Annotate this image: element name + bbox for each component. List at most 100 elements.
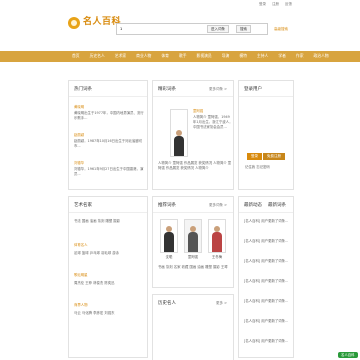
- login-panel: 登录用户 登录 免费注册 记住我 忘记密码: [238, 80, 294, 190]
- tag-list: 书画 篆刻 名家 收藏 国画 油画 雕塑 摄影 王琴: [158, 265, 232, 270]
- nav-item-model[interactable]: 模特: [239, 53, 247, 59]
- nav-item-politics[interactable]: 政治人物: [314, 53, 329, 59]
- group-items: 足球 篮球 乒乓球 羽毛球 游泳: [74, 251, 146, 256]
- activity-item[interactable]: [名人百科] 用户更新了词条...: [244, 339, 288, 343]
- category-link[interactable]: 足球: [74, 251, 81, 255]
- category-link[interactable]: 雕塑: [105, 219, 112, 223]
- tag-link[interactable]: 书画: [158, 265, 165, 269]
- featured-photo[interactable]: [170, 109, 188, 157]
- activity-item[interactable]: [名人百科] 用户更新了词条...: [244, 319, 288, 323]
- tag-link[interactable]: 篆刻: [166, 265, 173, 269]
- nav-list: 首页 历史名人 艺术家 商业人物 体育 歌手 影视演员 导演 模特 主持人 学者…: [72, 53, 329, 59]
- photo-caption[interactable]: 王冬梅: [205, 255, 229, 259]
- login-button[interactable]: 登录: [247, 153, 262, 160]
- tag-link[interactable]: 名家: [174, 265, 181, 269]
- category-link[interactable]: 游泳: [112, 251, 119, 255]
- tag-link[interactable]: 收藏: [182, 265, 189, 269]
- figure-body: [188, 232, 198, 252]
- main-nav: 首页 历史名人 艺术家 商业人物 体育 歌手 影视演员 导演 模特 主持人 学者…: [0, 51, 360, 62]
- hot-entries-panel: 热门词条 黄晓明 黄晓明出生于1977年，中国内地男演员、流行乐歌手... 赵丽…: [68, 80, 148, 190]
- activity-panel: 最新动态 最新词条 [名人百科] 用户更新了词条... [名人百科] 用户更新了…: [238, 196, 294, 358]
- nav-item-artist[interactable]: 艺术家: [115, 53, 126, 59]
- category-link[interactable]: 林俊杰: [93, 281, 103, 285]
- tag-link[interactable]: 王琴: [221, 265, 228, 269]
- login-link[interactable]: 登录: [259, 2, 266, 7]
- nav-item-singer[interactable]: 歌手: [179, 53, 187, 59]
- search-input[interactable]: [117, 24, 197, 34]
- category-link[interactable]: 刘强东: [104, 311, 114, 315]
- entry-name[interactable]: 刘德华: [74, 161, 84, 166]
- nav-item-business[interactable]: 商业人物: [136, 53, 151, 59]
- more-link[interactable]: 更多词条 >: [209, 203, 227, 208]
- tag-link[interactable]: 国画: [189, 265, 196, 269]
- category-link[interactable]: 周杰伦: [74, 281, 84, 285]
- recommended-photo[interactable]: [160, 219, 178, 253]
- search-button[interactable]: 搜索: [236, 25, 251, 33]
- more-link[interactable]: 更多 >: [216, 301, 227, 306]
- site-logo[interactable]: 名人百科: [68, 17, 121, 29]
- photo-caption[interactable]: 沈聪: [157, 255, 181, 259]
- logo-icon: [68, 17, 80, 29]
- entry-name[interactable]: 黄晓明: [74, 105, 84, 110]
- entry-desc: 黄晓明出生于1977年，中国内地男演员、流行乐歌手...: [74, 111, 144, 120]
- category-link[interactable]: 书法: [74, 219, 81, 223]
- activity-item[interactable]: [名人百科] 用户更新了词条...: [244, 259, 288, 263]
- category-link[interactable]: 篮球: [82, 251, 89, 255]
- nav-item-writer[interactable]: 作家: [296, 53, 304, 59]
- nav-item-sports[interactable]: 体育: [161, 53, 169, 59]
- group-title: 体育名人: [74, 243, 88, 247]
- category-link[interactable]: 马化腾: [82, 311, 92, 315]
- recommended-photo[interactable]: [184, 219, 202, 253]
- more-link[interactable]: 更多词条 >: [209, 87, 227, 92]
- register-button[interactable]: 免费注册: [263, 153, 285, 160]
- activity-item[interactable]: [名人百科] 用户更新了词条...: [244, 219, 288, 223]
- activity-item[interactable]: [名人百科] 用户更新了词条...: [244, 239, 288, 243]
- panel-title: 热门词条: [74, 87, 92, 92]
- activity-item[interactable]: [名人百科] 用户更新了词条...: [244, 279, 288, 283]
- tab-latest-activity[interactable]: 最新动态: [244, 203, 262, 209]
- activity-item[interactable]: [名人百科] 用户更新了词条...: [244, 299, 288, 303]
- nav-item-host[interactable]: 主持人: [257, 53, 268, 59]
- category-link[interactable]: 乒乓球: [90, 251, 100, 255]
- register-link[interactable]: 注册: [272, 2, 279, 7]
- figure-body: [174, 136, 184, 156]
- group-items: 马云 马化腾 李彦宏 刘强东: [74, 311, 146, 316]
- category-link[interactable]: 羽毛球: [101, 251, 111, 255]
- recommended-photo[interactable]: [208, 219, 226, 253]
- figure-body: [164, 232, 174, 252]
- featured-name[interactable]: 童阿强: [193, 109, 203, 114]
- recommended-panel: 推荐词条 更多词条 > 沈聪 童阿强 王冬梅 书画 篆刻 名家 收藏 国画 油画…: [152, 196, 234, 288]
- nav-item-scholar[interactable]: 学者: [278, 53, 286, 59]
- panel-title: 登录用户: [244, 87, 262, 92]
- entry-name[interactable]: 赵丽颖: [74, 133, 84, 138]
- tag-link[interactable]: 雕塑: [205, 265, 212, 269]
- category-link[interactable]: 油画: [90, 219, 97, 223]
- category-link[interactable]: 王菲: [85, 281, 92, 285]
- tab-latest-entries[interactable]: 最新词条: [268, 203, 286, 209]
- enter-entry-button[interactable]: 进入词条: [207, 25, 229, 33]
- divider: [69, 212, 147, 213]
- featured-desc: 人物简介 童阿强，1949年1月出生，浙江宁波人，中国书法家协会会员...: [193, 115, 233, 129]
- panel-title: 推荐词条: [158, 203, 176, 208]
- panel-title: 精彩词条: [158, 87, 176, 92]
- advanced-search-link[interactable]: 高级搜索: [274, 27, 288, 32]
- category-link[interactable]: 马云: [74, 311, 81, 315]
- category-link[interactable]: 摄影: [113, 219, 120, 223]
- photo-caption[interactable]: 童阿强: [181, 255, 205, 259]
- nav-item-actor[interactable]: 影视演员: [197, 53, 212, 59]
- featured-entries-panel: 精彩词条 更多词条 > 童阿强 人物简介 童阿强，1949年1月出生，浙江宁波人…: [152, 80, 234, 190]
- floating-badge[interactable]: 名人百科: [338, 352, 358, 359]
- top-links: 登录 注册 反馈: [259, 2, 292, 7]
- login-hint: 记住我 忘记密码: [245, 165, 270, 169]
- category-link[interactable]: 李彦宏: [93, 311, 103, 315]
- nav-item-director[interactable]: 导演: [222, 53, 230, 59]
- feedback-link[interactable]: 反馈: [285, 2, 292, 7]
- category-link[interactable]: 篆刻: [98, 219, 105, 223]
- nav-item-history[interactable]: 历史名人: [90, 53, 105, 59]
- category-link[interactable]: 国画: [82, 219, 89, 223]
- category-link[interactable]: 陈奕迅: [104, 281, 114, 285]
- nav-item-home[interactable]: 首页: [72, 53, 80, 59]
- entry-desc: 刘德华，1961年9月27日出生于中国香港，演员...: [74, 167, 144, 176]
- tag-link[interactable]: 油画: [197, 265, 204, 269]
- tag-link[interactable]: 摄影: [213, 265, 220, 269]
